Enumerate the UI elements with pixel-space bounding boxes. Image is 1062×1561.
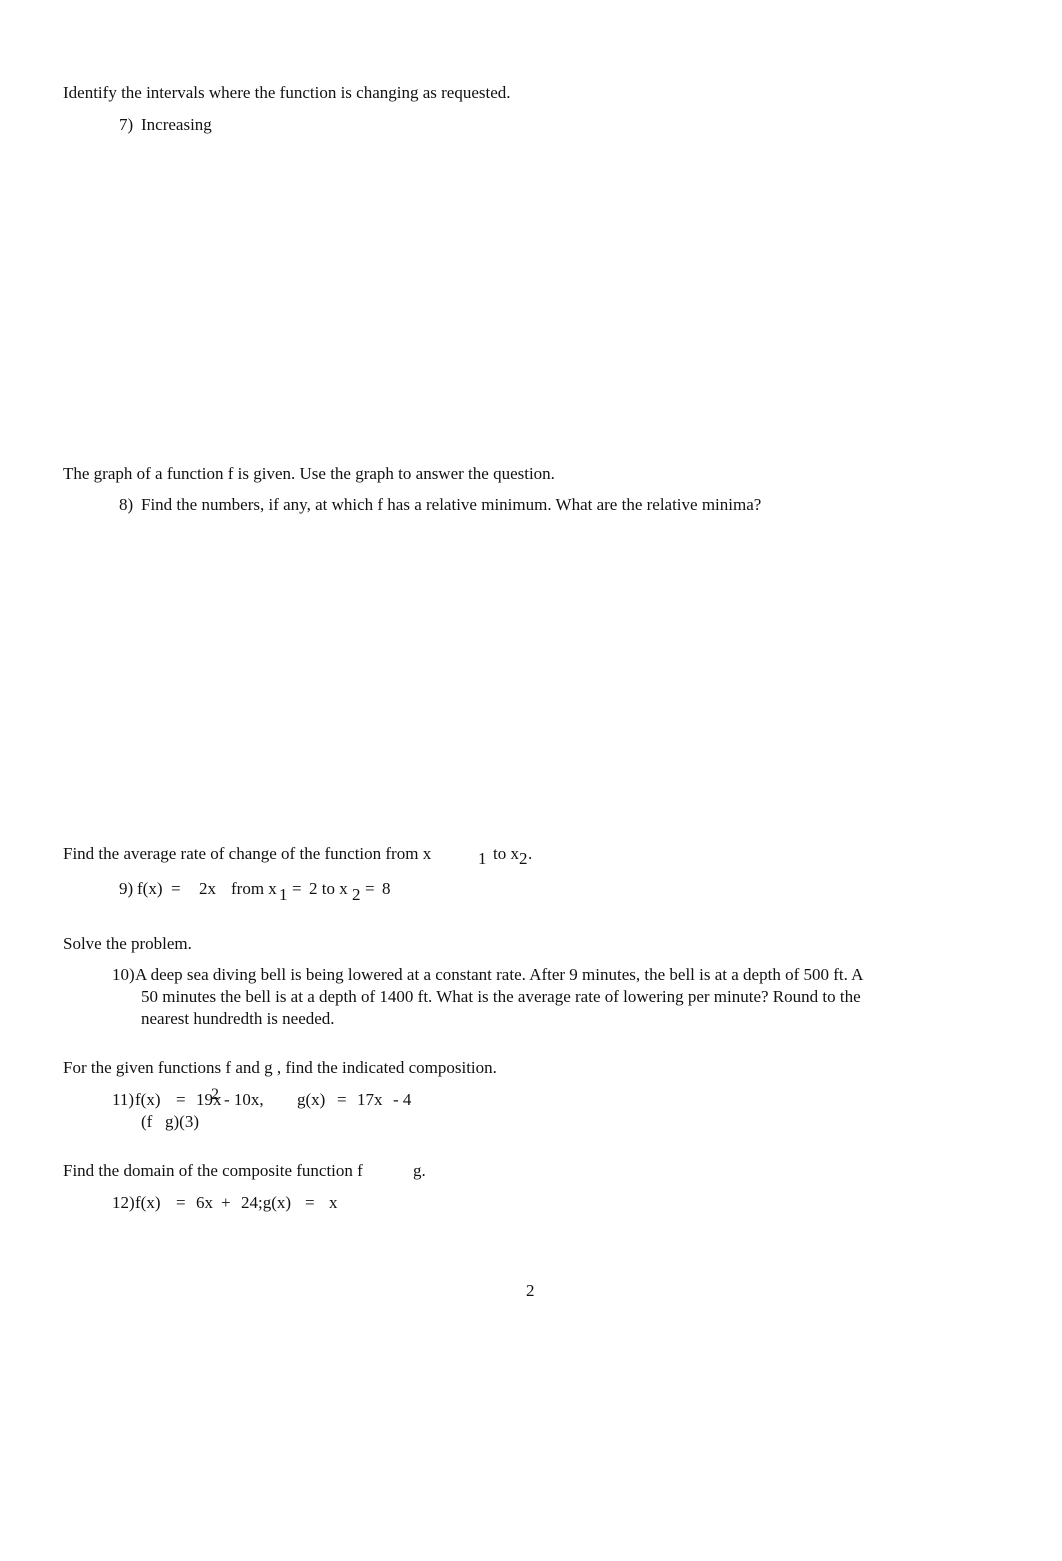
problem-10-line-1: A deep sea diving bell is being lowered … <box>135 965 864 984</box>
problem-12-f-rest: 24;g(x) <box>241 1193 292 1212</box>
problem-11-g-rest: - 4 <box>393 1090 412 1109</box>
problem-9-sub2: 2 <box>352 885 361 904</box>
instruction-9-end: . <box>528 844 533 863</box>
problem-11-f-rest: - 10x, <box>224 1090 264 1109</box>
instruction-7: Identify the intervals where the functio… <box>63 83 511 102</box>
problem-9-x1-val: 2 to x <box>309 879 348 898</box>
problem-11-composition-g: g)(3) <box>165 1112 199 1131</box>
problem-11-f-exp: 2 <box>211 1086 219 1103</box>
instruction-9-sub1: 1 <box>478 849 487 868</box>
problem-text-8: Find the numbers, if any, at which f has… <box>141 495 762 514</box>
problem-number-11: 11) <box>112 1090 135 1109</box>
problem-10-line-2: 50 minutes the bell is at a depth of 140… <box>141 987 861 1006</box>
problem-text-7: Increasing <box>141 115 212 134</box>
problem-12-eq2: = <box>305 1193 315 1212</box>
problem-12-f-expr: 6x <box>196 1193 213 1212</box>
instruction-9-prefix: Find the average rate of change of the f… <box>63 844 432 863</box>
problem-11-g-expr: 17x <box>357 1090 383 1109</box>
problem-9-sub1: 1 <box>279 885 288 904</box>
instruction-9-sub2: 2 <box>519 849 528 868</box>
instruction-10: Solve the problem. <box>63 934 192 953</box>
problem-12-plus: + <box>221 1193 231 1212</box>
problem-9-x2-val: 8 <box>382 879 391 898</box>
problem-number-10: 10) <box>112 965 135 984</box>
problem-number-8: 8) <box>119 495 134 514</box>
problem-9-eq2: = <box>365 879 375 898</box>
instruction-12-prefix: Find the domain of the composite functio… <box>63 1161 363 1180</box>
instruction-11: For the given functions f and g , find t… <box>63 1058 497 1077</box>
problem-12-eq: = <box>176 1193 186 1212</box>
problem-11-composition-f: (f <box>141 1112 153 1131</box>
problem-number-7: 7) <box>119 115 134 134</box>
page-number: 2 <box>526 1281 535 1300</box>
problem-number-12: 12) <box>112 1193 135 1212</box>
problem-11-gx: g(x) <box>297 1090 326 1109</box>
instruction-12-suffix: g. <box>413 1161 426 1180</box>
problem-12-fx: f(x) <box>135 1193 161 1212</box>
instruction-8: The graph of a function f is given. Use … <box>63 464 555 483</box>
problem-9-eq: = <box>171 879 181 898</box>
problem-10-line-3: nearest hundredth is needed. <box>141 1009 335 1028</box>
problem-11-fx: f(x) <box>135 1090 161 1109</box>
instruction-9-mid: to x <box>493 844 519 863</box>
problem-9-fx: f(x) <box>137 879 163 898</box>
problem-9-expr: 2x <box>199 879 216 898</box>
problem-9-eq1: = <box>292 879 302 898</box>
problem-9-from: from x <box>231 879 277 898</box>
problem-12-g-expr: x <box>329 1193 338 1212</box>
problem-11-eq: = <box>176 1090 186 1109</box>
problem-11-eq2: = <box>337 1090 347 1109</box>
problem-number-9: 9) <box>119 879 134 898</box>
